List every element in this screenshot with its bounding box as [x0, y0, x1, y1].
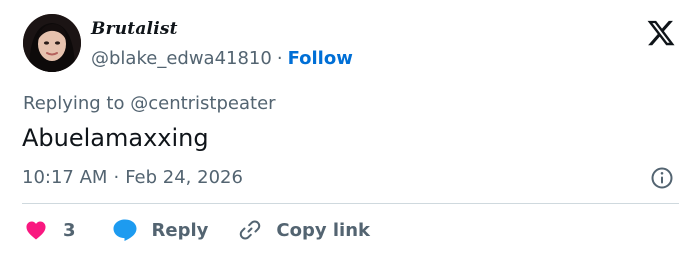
avatar[interactable] [23, 14, 81, 72]
separator-dot: · [113, 167, 120, 188]
action-bar: 3 Reply Copy link [25, 216, 370, 244]
follow-button[interactable]: Follow [288, 48, 353, 69]
reply-context-mention[interactable]: @centristpeater [130, 93, 275, 114]
copy-link-label: Copy link [276, 219, 370, 241]
reply-button[interactable]: Reply [112, 218, 209, 242]
tweet-text: Abuelamaxxing [22, 124, 209, 152]
separator-dot: · [276, 48, 283, 69]
reply-context: Replying to @centristpeater [23, 93, 276, 114]
divider [22, 203, 679, 204]
x-logo-icon[interactable] [645, 18, 677, 48]
embedded-tweet-card: Brutalist @blake_edwa41810 · Follow Replyi… [0, 0, 700, 256]
info-icon[interactable] [650, 166, 674, 190]
author-handle[interactable]: @blake_edwa41810 [91, 48, 272, 69]
author-display-name[interactable]: Brutalist [91, 19, 178, 39]
like-count: 3 [63, 219, 76, 241]
reply-label: Reply [151, 219, 209, 241]
avatar-image [23, 14, 81, 72]
timestamp-time[interactable]: 10:17 AM [22, 167, 107, 188]
timestamp-date[interactable]: Feb 24, 2026 [125, 167, 243, 188]
speech-bubble-icon [112, 218, 138, 242]
heart-icon [25, 220, 47, 240]
copy-link-button[interactable]: Copy link [238, 218, 370, 242]
timestamp[interactable]: 10:17 AM · Feb 24, 2026 [22, 167, 243, 188]
reply-context-prefix: Replying to [23, 93, 125, 114]
author-handle-row: @blake_edwa41810 · Follow [91, 48, 353, 69]
like-button[interactable]: 3 [25, 220, 76, 241]
link-icon [238, 218, 262, 242]
